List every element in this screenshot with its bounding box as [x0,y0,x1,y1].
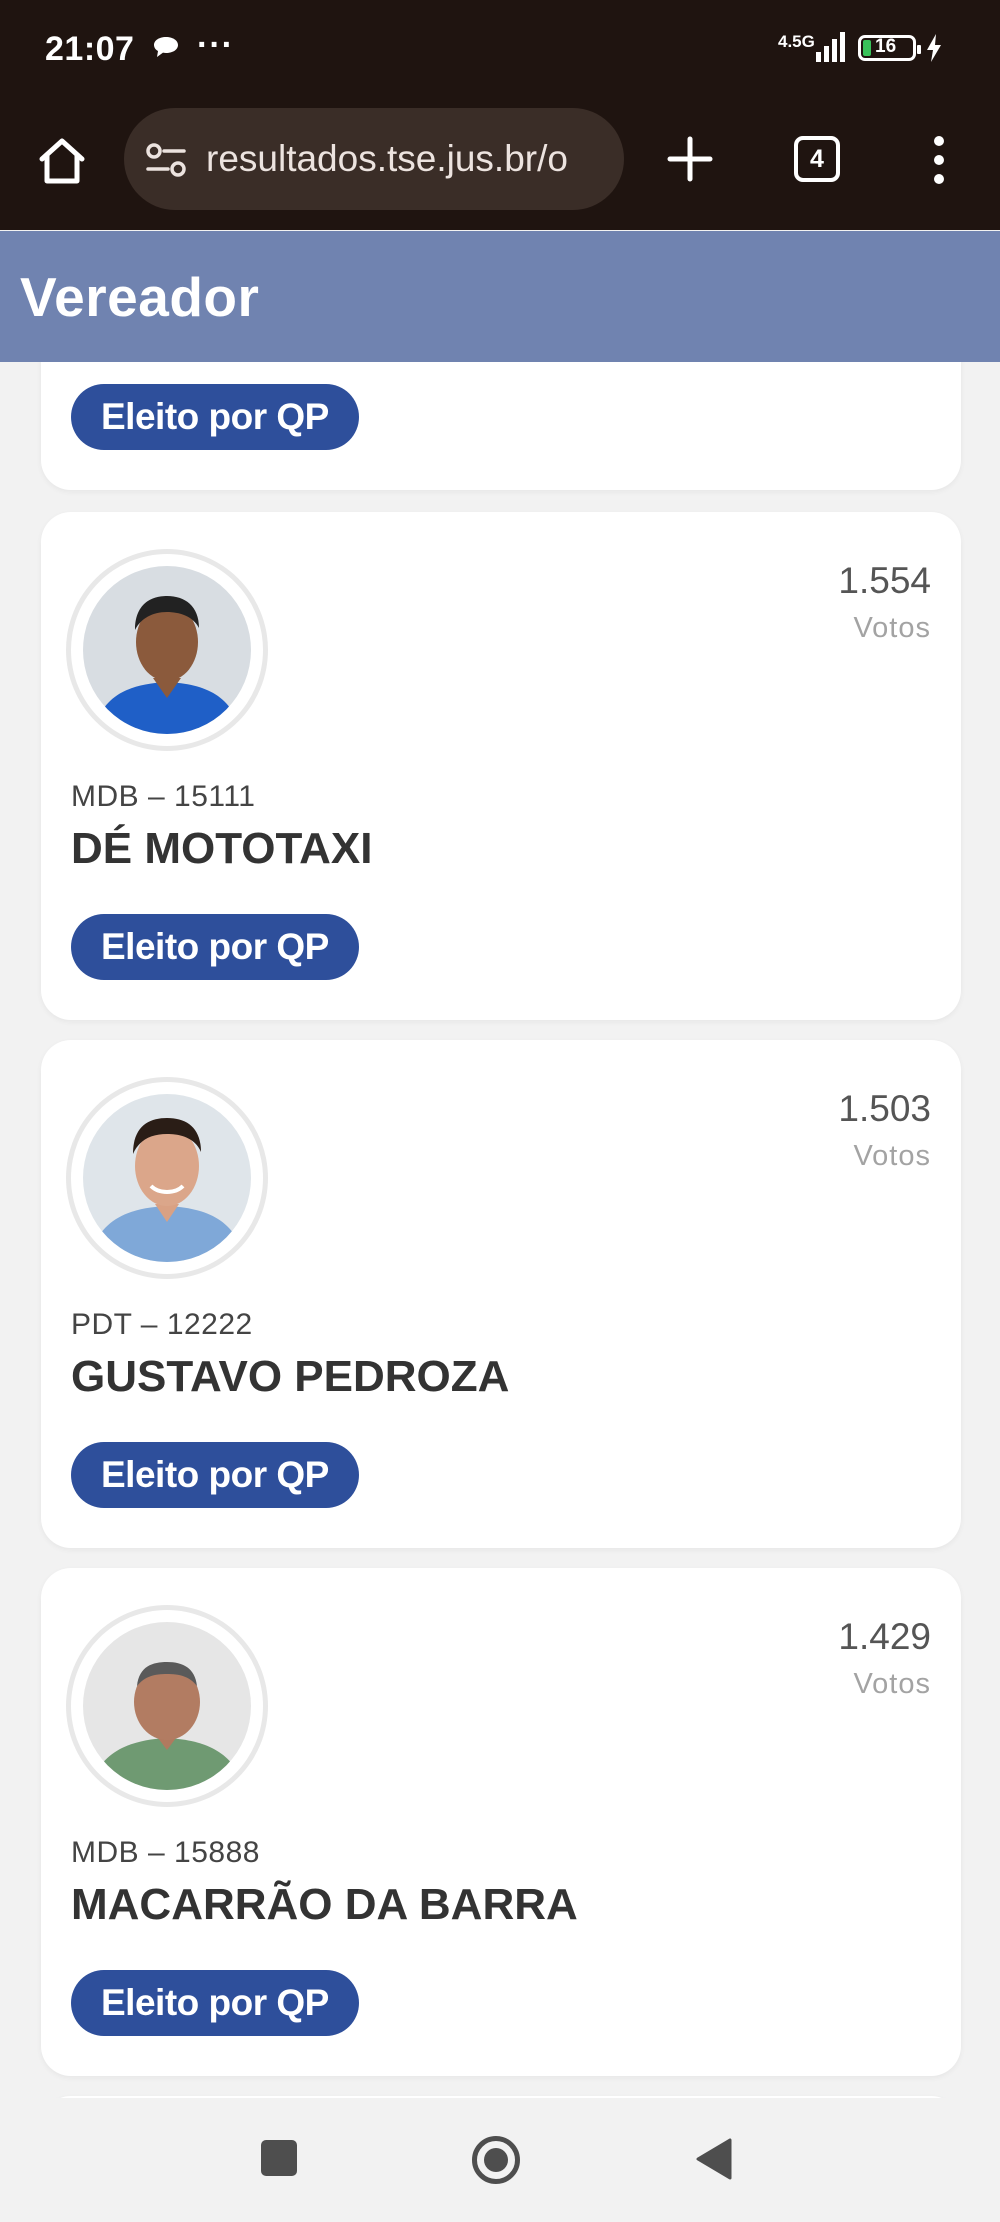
home-icon[interactable] [36,135,88,187]
status-badge: Eleito por QP [71,1970,359,2036]
battery-icon: 16 [858,35,921,61]
plus-icon[interactable] [666,135,714,183]
signal-icon [816,32,845,62]
chat-bubble-icon [154,37,178,57]
candidate-card[interactable]: 1.503 Votos PDT – 12222 GUSTAVO PEDROZA … [41,1040,961,1548]
address-bar[interactable]: resultados.tse.jus.br/o [124,108,624,210]
browser-toolbar: resultados.tse.jus.br/o 4 [0,100,1000,230]
party-number: MDB – 15111 [71,780,256,813]
candidate-card[interactable]: 1.429 Votos MDB – 15888 MACARRÃO DA BARR… [41,1568,961,2076]
more-dots-icon: ··· [197,26,234,64]
page-title: Vereador [20,266,260,328]
battery-level: 16 [875,36,897,57]
status-bar: 21:07 ··· 4.5G 16 [0,0,1000,100]
candidate-card[interactable]: 1.554 Votos MDB – 15111 DÉ MOTOTAXI Elei… [41,512,961,1020]
tabs-icon[interactable]: 4 [794,136,840,182]
status-badge: Eleito por QP [71,1442,359,1508]
candidate-list[interactable]: Eleito por QP 1.554 Votos MDB – 15111 DÉ… [0,362,1000,2098]
votes-label: Votos [853,1140,931,1172]
candidate-photo [83,1622,251,1790]
site-settings-icon[interactable] [146,142,186,178]
votes-label: Votos [853,612,931,644]
home-circle-icon[interactable] [472,2136,520,2184]
candidate-name: DÉ MOTOTAXI [71,824,373,873]
votes-count: 1.554 [838,560,931,601]
candidate-photo [83,1094,251,1262]
status-badge: Eleito por QP [71,914,359,980]
avatar [71,1082,263,1274]
system-nav-bar [0,2098,1000,2222]
candidate-name: GUSTAVO PEDROZA [71,1352,510,1401]
charging-icon [927,34,941,62]
party-number: MDB – 15888 [71,1836,260,1869]
network-type: 4.5G [778,32,815,51]
candidate-photo [83,566,251,734]
votes-label: Votos [853,1668,931,1700]
avatar [71,1610,263,1802]
back-triangle-icon[interactable] [696,2138,732,2180]
candidate-name: MACARRÃO DA BARRA [71,1880,578,1929]
status-badge: Eleito por QP [71,384,359,450]
recents-square-icon[interactable] [261,2140,297,2176]
candidate-card[interactable]: Eleito por QP [41,362,961,490]
avatar [71,554,263,746]
party-number: PDT – 12222 [71,1308,253,1341]
overflow-menu-icon[interactable] [924,134,954,186]
votes-count: 1.503 [838,1088,931,1129]
votes-count: 1.429 [838,1616,931,1657]
page-header: Vereador [0,231,1000,362]
status-time: 21:07 [45,30,135,68]
url-text[interactable]: resultados.tse.jus.br/o [206,138,568,180]
